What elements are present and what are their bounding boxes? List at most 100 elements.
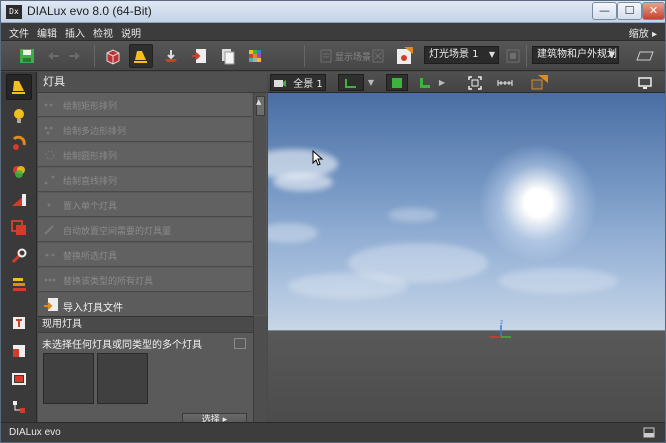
tool-item-circular-arrangement[interactable]: 绘制圆形排列 — [38, 143, 252, 167]
maximize-button[interactable]: ☐ — [617, 2, 642, 20]
undo-icon[interactable] — [41, 44, 65, 68]
circular-arrangement-icon — [45, 150, 55, 160]
light-scene-select[interactable]: 灯光场景 1 ▼ — [424, 46, 499, 64]
floor-plane-icon[interactable] — [633, 44, 657, 68]
window-title: DIALux evo 8.0 (64-Bit) — [27, 4, 152, 18]
new-tool-icon[interactable] — [528, 74, 550, 91]
view-select-label: 全景 1 — [293, 79, 323, 90]
chevron-down-icon: ▼ — [608, 50, 615, 59]
polygon-arrangement-icon — [44, 126, 53, 135]
cloud — [288, 273, 408, 299]
magnet-icon[interactable] — [6, 131, 32, 157]
main-toolbar: 显示场景 灯光场景 1 ▼ 建筑物和户外规划 ▼ — [1, 41, 665, 71]
tool-list: 绘制矩形排列 绘制多边形排列 绘制圆形排列 绘制直线排列 置入单个灯具 自动放置… — [38, 93, 252, 317]
chevron-down-icon: ▼ — [488, 50, 495, 59]
delete-scene-icon[interactable] — [366, 44, 390, 68]
3d-viewport[interactable]: z — [268, 93, 665, 422]
axis-gizmo-icon: z — [489, 319, 511, 338]
luminaires-icon[interactable] — [129, 44, 153, 68]
import-file-icon — [44, 298, 58, 311]
view-select-button[interactable]: 全景 1 — [270, 74, 326, 91]
camera-icon — [274, 79, 287, 87]
color-grid-icon[interactable] — [243, 44, 267, 68]
mode-select[interactable]: 建筑物和户外规划 ▼ — [532, 46, 619, 64]
scroll-up-icon[interactable]: ▲ — [256, 98, 261, 106]
section-tool-icon[interactable] — [6, 338, 32, 364]
wrench-icon[interactable] — [6, 243, 32, 269]
monitor-icon[interactable] — [634, 74, 656, 91]
room-icon[interactable] — [6, 215, 32, 241]
tool-item-label: 绘制矩形排列 — [63, 102, 118, 112]
view-frame-icon[interactable] — [6, 366, 32, 392]
tool-item-polygon-arrangement[interactable]: 绘制多边形排列 — [38, 118, 252, 142]
zoom-extents-icon[interactable] — [464, 74, 486, 91]
cloud — [388, 208, 438, 222]
application-window: Dx DIALux evo 8.0 (64-Bit) — ☐ ✕ 文件 编辑 插… — [0, 0, 666, 443]
chevron-down-icon[interactable]: ▼ — [366, 74, 376, 91]
construction-icon[interactable] — [101, 44, 125, 68]
sun — [478, 143, 598, 263]
minimize-button[interactable]: — — [592, 2, 617, 20]
tool-item-label: 导入灯具文件 — [63, 303, 123, 314]
corner-outline-icon — [345, 78, 356, 88]
menu-edit[interactable]: 编辑 — [37, 25, 57, 40]
tool-list-scrollbar[interactable]: ▲ — [253, 93, 266, 315]
current-luminaire-header: 现用灯具 — [38, 316, 267, 333]
tool-item-label: 绘制直线排列 — [63, 177, 118, 187]
tool-item-single-luminaire[interactable]: 置入单个灯具 — [38, 193, 252, 217]
menu-bar: 文件 编辑 插入 检视 说明 缩放 ▸ — [1, 23, 665, 41]
calculation-objects-icon[interactable] — [159, 44, 183, 68]
bulb-icon[interactable] — [6, 103, 32, 129]
ground-plane — [268, 331, 665, 422]
dialux-app-icon: Dx — [6, 5, 22, 19]
dialux-logo: DIALux evo — [9, 427, 61, 438]
save-icon[interactable] — [15, 44, 39, 68]
single-luminaire-icon — [47, 203, 51, 207]
tool-item-label: 自动放置空间需要的灯具量 — [63, 227, 172, 237]
magic-wand-icon — [44, 225, 54, 235]
menu-view[interactable]: 检视 — [93, 25, 113, 40]
solid-view-button[interactable] — [386, 74, 408, 91]
tool-item-line-arrangement[interactable]: 绘制直线排列 — [38, 168, 252, 192]
measure-icon[interactable] — [494, 74, 516, 91]
menu-file[interactable]: 文件 — [9, 25, 29, 40]
line-arrangement-icon — [44, 175, 55, 185]
export-icon[interactable] — [187, 44, 211, 68]
rectangle-arrangement-icon — [44, 103, 53, 107]
current-luminaire-message: 未选择任何灯具或同类型的多个灯具 — [42, 340, 202, 351]
chevron-right-icon[interactable]: ▶ — [438, 74, 446, 91]
tool-item-label: 替换该类型的所有灯具 — [63, 277, 154, 287]
floor-plan-view-button[interactable] — [338, 74, 364, 91]
tool-item-auto-place[interactable]: 自动放置空间需要的灯具量 — [38, 218, 252, 242]
new-light-scene-icon[interactable] — [392, 44, 416, 68]
scene-settings-icon[interactable] — [501, 44, 525, 68]
zoom-menu[interactable]: 缩放 ▸ — [629, 25, 657, 40]
tool-item-import-luminaire-file[interactable]: 导入灯具文件 — [38, 293, 252, 317]
toolbar-separator — [94, 45, 95, 67]
axis-z-label: z — [500, 319, 503, 326]
tree-structure-icon[interactable] — [6, 394, 32, 420]
tool-item-rectangle-arrangement[interactable]: 绘制矩形排列 — [38, 93, 252, 117]
panel-title: 灯具 — [38, 72, 267, 93]
status-panel-icon[interactable] — [643, 427, 655, 438]
redo-icon[interactable] — [63, 44, 87, 68]
copy-icon[interactable] — [234, 338, 246, 349]
tool-item-replace-all-type[interactable]: 替换该类型的所有灯具 — [38, 268, 252, 292]
light-ramp-icon[interactable] — [6, 187, 32, 213]
replace-all-icon — [44, 278, 56, 282]
title-bar[interactable]: Dx DIALux evo 8.0 (64-Bit) — ☐ ✕ — [1, 1, 665, 23]
current-luminaire-body: 未选择任何灯具或同类型的多个灯具 选择 ▸ — [38, 333, 253, 425]
color-circles-icon[interactable] — [6, 159, 32, 185]
tool-item-replace-selected[interactable]: 替换所选灯具 — [38, 243, 252, 267]
toolbar-separator — [304, 45, 305, 67]
layers-icon[interactable] — [6, 271, 32, 297]
wireframe-view-button[interactable] — [414, 74, 436, 91]
documentation-icon[interactable] — [215, 44, 239, 68]
light-scene-value: 灯光场景 1 — [429, 49, 479, 60]
menu-insert[interactable]: 插入 — [65, 25, 85, 40]
luminaire-mode-icon[interactable] — [6, 74, 32, 100]
close-button[interactable]: ✕ — [642, 2, 665, 20]
text-tool-icon[interactable] — [6, 310, 32, 336]
current-luminaire-scrollbar[interactable] — [253, 316, 267, 422]
menu-help[interactable]: 说明 — [121, 25, 141, 40]
